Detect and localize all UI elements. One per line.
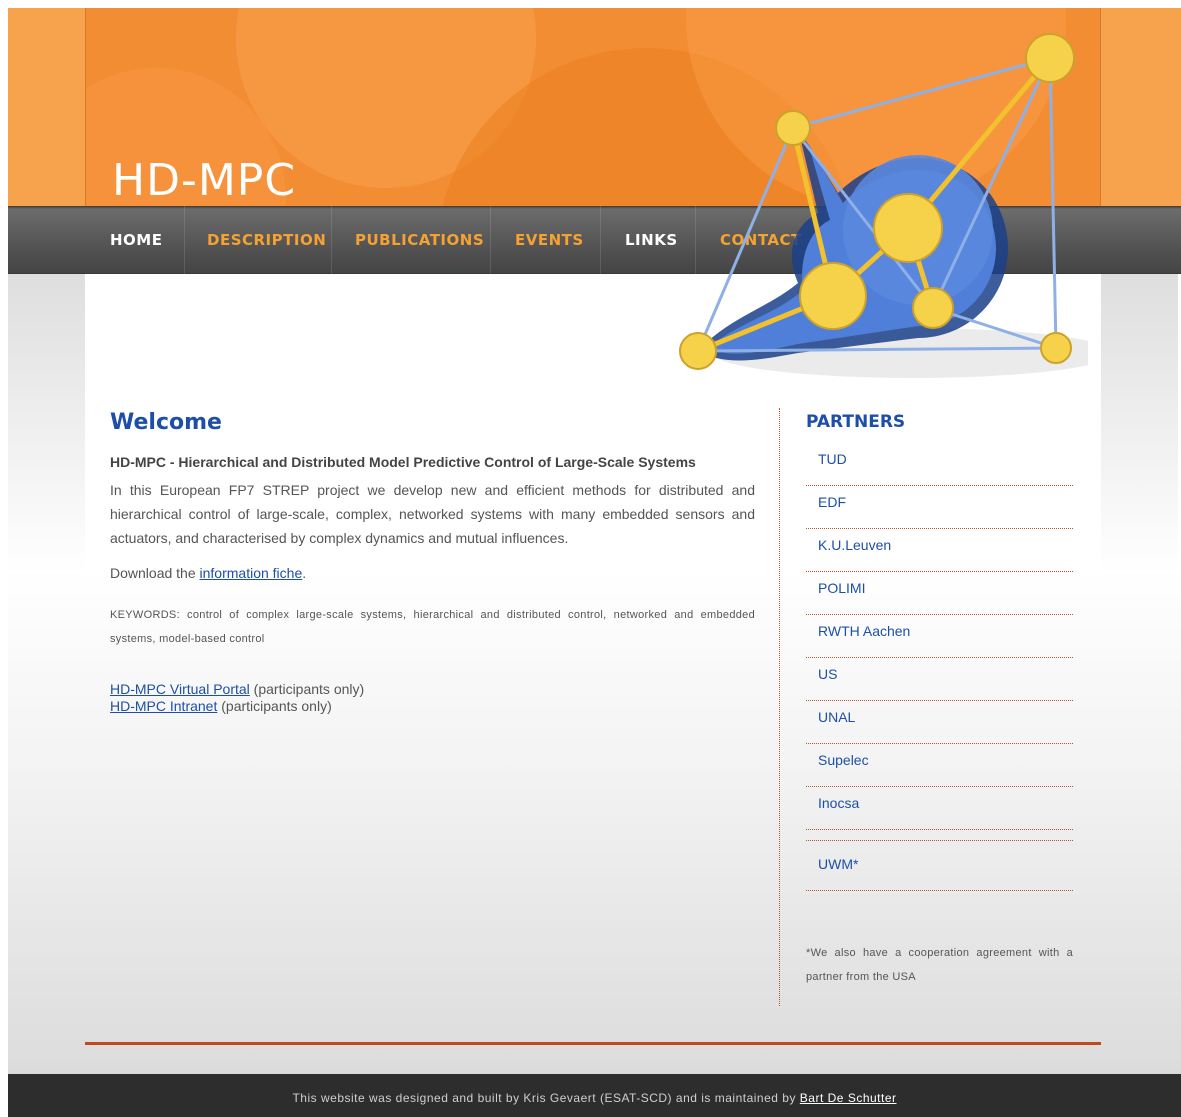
- partner-link[interactable]: UWM*: [818, 856, 858, 872]
- intranet-note: (participants only): [217, 698, 332, 714]
- partners-heading: PARTNERS: [806, 412, 906, 432]
- download-suffix: .: [302, 565, 307, 581]
- intranet-line: HD-MPC Intranet (participants only): [110, 698, 332, 714]
- left-margin: [8, 274, 85, 574]
- download-prefix: Download the: [110, 565, 200, 581]
- footer-text: This website was designed and built by K…: [292, 1091, 800, 1105]
- virtual-portal-link[interactable]: HD-MPC Virtual Portal: [110, 681, 250, 697]
- partner-link[interactable]: EDF: [818, 494, 846, 510]
- information-fiche-link[interactable]: information fiche: [200, 565, 303, 581]
- column-divider: [779, 408, 780, 1006]
- content-bottom-rule: [85, 1042, 1101, 1045]
- nav-separator: [331, 206, 332, 274]
- nav-separator: [600, 206, 601, 274]
- network-logo: [679, 33, 1088, 378]
- nav-publications[interactable]: PUBLICATIONS: [355, 230, 484, 254]
- partner-link[interactable]: TUD: [818, 451, 847, 467]
- nav-separator: [490, 206, 491, 274]
- partner-item[interactable]: K.U.Leuven: [806, 529, 1073, 572]
- partner-link[interactable]: RWTH Aachen: [818, 623, 910, 639]
- portal-note: (participants only): [249, 681, 365, 697]
- page: HD-MPC HOME DESCRIPTION PUBLICATIONS EVE…: [8, 8, 1181, 1117]
- partner-item[interactable]: UNAL: [806, 701, 1073, 744]
- maintainer-link[interactable]: Bart De Schutter: [800, 1091, 897, 1105]
- partner-divider: [806, 840, 1073, 841]
- partner-item[interactable]: EDF: [806, 486, 1073, 529]
- partner-item[interactable]: POLIMI: [806, 572, 1073, 615]
- partner-link[interactable]: POLIMI: [818, 580, 865, 596]
- partner-item[interactable]: UWM*: [806, 848, 1073, 891]
- partner-item[interactable]: TUD: [806, 443, 1073, 486]
- site-title: HD-MPC: [112, 155, 297, 206]
- partner-item[interactable]: US: [806, 658, 1073, 701]
- right-margin: [1101, 274, 1178, 574]
- portal-line: HD-MPC Virtual Portal (participants only…: [110, 681, 364, 697]
- nav-events[interactable]: EVENTS: [515, 230, 584, 254]
- partner-item[interactable]: RWTH Aachen: [806, 615, 1073, 658]
- nav-description[interactable]: DESCRIPTION: [207, 230, 326, 254]
- partner-link[interactable]: UNAL: [818, 709, 855, 725]
- partner-link[interactable]: US: [818, 666, 837, 682]
- partner-link[interactable]: Inocsa: [818, 795, 859, 811]
- partner-link[interactable]: K.U.Leuven: [818, 537, 891, 553]
- cooperation-note: *We also have a cooperation agreement wi…: [806, 947, 1073, 983]
- nav-home[interactable]: HOME: [110, 230, 162, 254]
- page-title: Welcome: [110, 410, 222, 435]
- project-subtitle: HD-MPC - Hierarchical and Distributed Mo…: [110, 454, 696, 470]
- footer: This website was designed and built by K…: [8, 1074, 1181, 1117]
- intro-paragraph: In this European FP7 STREP project we de…: [110, 482, 755, 546]
- download-line: Download the information fiche.: [110, 565, 306, 581]
- partner-item[interactable]: Inocsa: [806, 787, 1073, 830]
- partner-item[interactable]: Supelec: [806, 744, 1073, 787]
- keywords: KEYWORDS: control of complex large-scale…: [110, 609, 755, 645]
- intranet-link[interactable]: HD-MPC Intranet: [110, 698, 217, 714]
- nav-separator: [184, 206, 185, 274]
- partner-link[interactable]: Supelec: [818, 752, 869, 768]
